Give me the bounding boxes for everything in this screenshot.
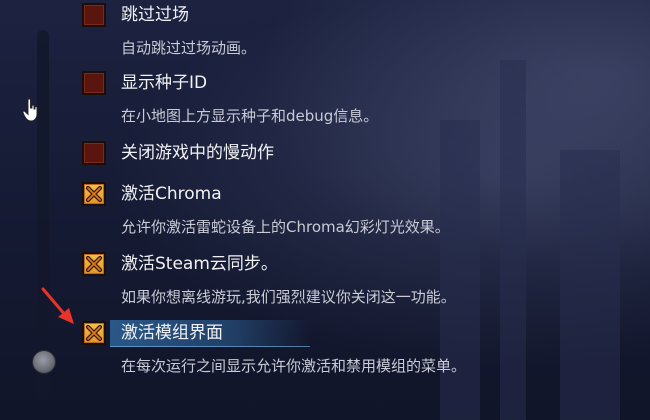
option-row-skip-cutscenes[interactable]: 跳过过场 自动跳过过场动画。 [82, 3, 642, 63]
option-label: 激活Steam云同步。 [121, 254, 278, 274]
option-description: 在小地图上方显示种子和debug信息。 [121, 107, 379, 125]
option-row-enable-chroma[interactable]: 激活Chroma 允许你激活雷蛇设备上的Chroma幻彩灯光效果。 [82, 182, 642, 242]
hand-pointer-cursor-icon [22, 98, 38, 122]
checkbox-x-icon [85, 185, 103, 203]
option-description: 在每次运行之间显示允许你激活和禁用模组的菜单。 [121, 357, 467, 375]
checkbox-unchecked[interactable] [82, 3, 106, 27]
checkbox-x-icon [85, 324, 103, 342]
red-annotation-arrow-icon [41, 287, 74, 324]
option-row-show-seed-id[interactable]: 显示种子ID 在小地图上方显示种子和debug信息。 [82, 71, 642, 131]
option-description: 允许你激活雷蛇设备上的Chroma幻彩灯光效果。 [121, 218, 450, 236]
option-description: 如果你想离线游玩,我们强烈建议你关闭这一功能。 [121, 288, 456, 306]
checkbox-checked[interactable] [82, 182, 106, 206]
option-label: 激活Chroma [121, 184, 222, 204]
option-label: 显示种子ID [121, 73, 208, 93]
option-label: 激活模组界面 [121, 323, 223, 343]
option-description: 自动跳过过场动画。 [121, 39, 257, 57]
checkbox-checked[interactable] [82, 321, 106, 345]
checkbox-unchecked[interactable] [82, 141, 106, 165]
checkbox-checked[interactable] [82, 252, 106, 276]
checkbox-unchecked[interactable] [82, 71, 106, 95]
option-label: 跳过过场 [121, 5, 189, 25]
scrollbar-track[interactable] [37, 30, 49, 400]
option-row-enable-mods-menu[interactable]: 激活模组界面 在每次运行之间显示允许你激活和禁用模组的菜单。 [82, 321, 642, 381]
option-row-steam-cloud-sync[interactable]: 激活Steam云同步。 如果你想离线游玩,我们强烈建议你关闭这一功能。 [82, 252, 642, 312]
checkbox-x-icon [85, 255, 103, 273]
option-label: 关闭游戏中的慢动作 [121, 143, 274, 163]
scrollbar-knob-icon[interactable] [33, 351, 55, 373]
